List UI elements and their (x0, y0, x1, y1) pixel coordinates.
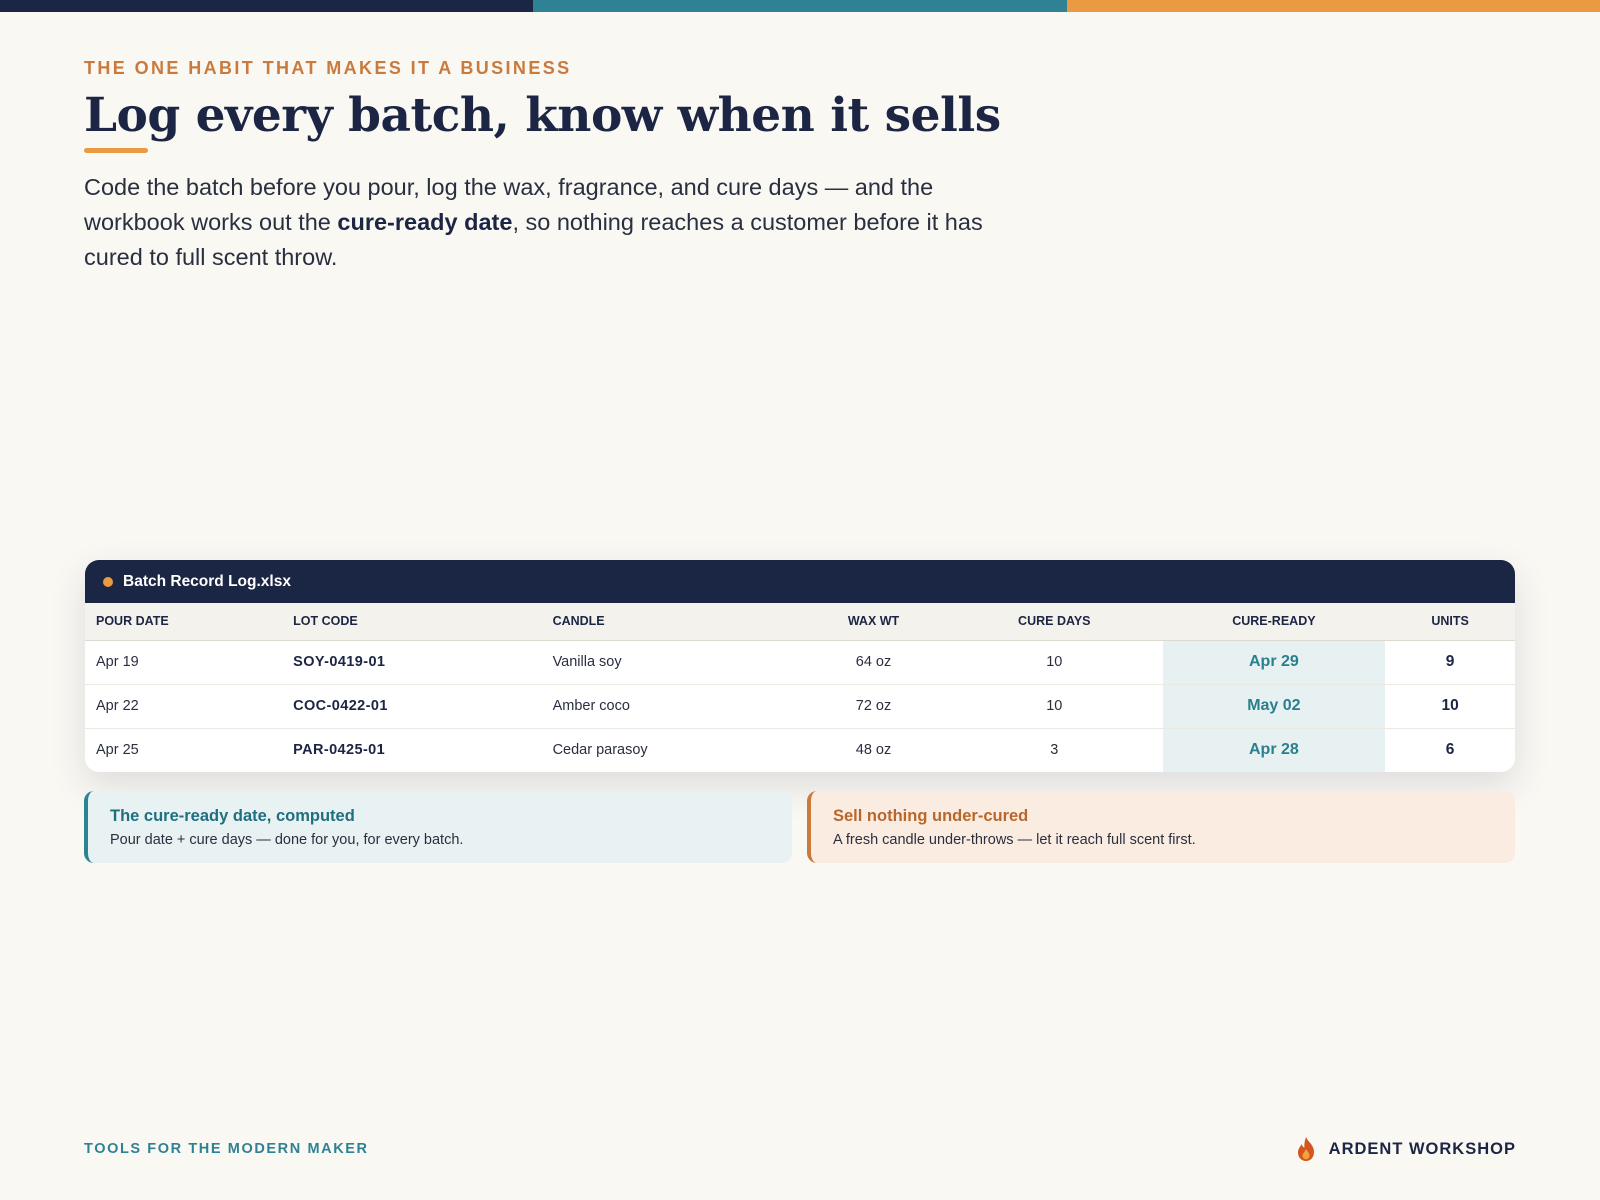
cell-pour-date[interactable]: Apr 19 (85, 640, 283, 685)
table-header-row: POUR DATE LOT CODE CANDLE WAX WT CURE DA… (85, 603, 1515, 641)
cell-cure-days[interactable]: 10 (946, 684, 1163, 729)
batch-table: POUR DATE LOT CODE CANDLE WAX WT CURE DA… (85, 603, 1515, 772)
sheet-titlebar: Batch Record Log.xlsx (85, 560, 1515, 603)
cell-wax-wt[interactable]: 72 oz (801, 684, 947, 729)
table-row: Apr 19 SOY-0419-01 Vanilla soy 64 oz 10 … (85, 640, 1515, 685)
cell-wax-wt[interactable]: 48 oz (801, 728, 946, 772)
cell-cure-days[interactable]: 10 (946, 640, 1163, 685)
cell-lot-code[interactable]: COC-0422-01 (282, 684, 542, 729)
column-header-wax-wt[interactable]: WAX WT (801, 603, 947, 641)
eyebrow-label: THE ONE HABIT THAT MAKES IT A BUSINESS (84, 58, 572, 78)
note-title: Sell nothing under-cured (833, 807, 1029, 825)
cell-candle[interactable]: Vanilla soy (541, 640, 801, 685)
note-cure-ready-computed: The cure-ready date, computed Pour date … (84, 791, 792, 863)
status-dot-icon (103, 576, 113, 587)
sheet-filename: Batch Record Log.xlsx (123, 572, 291, 590)
note-sell-nothing-undercured: Sell nothing under-cured A fresh candle … (807, 791, 1515, 863)
cell-cure-ready[interactable]: Apr 28 (1162, 728, 1386, 772)
cell-units[interactable]: 10 (1385, 684, 1515, 729)
top-accent-bar (0, 0, 1600, 12)
cell-lot-code[interactable]: SOY-0419-01 (282, 640, 542, 685)
accent-segment-teal (533, 0, 1067, 12)
flame-icon (1297, 1137, 1314, 1161)
cell-pour-date[interactable]: Apr 25 (85, 728, 282, 772)
accent-segment-orange (1066, 0, 1600, 12)
column-header-pour-date[interactable]: POUR DATE (85, 603, 283, 641)
column-header-lot-code[interactable]: LOT CODE (282, 603, 542, 641)
column-header-units[interactable]: UNITS (1385, 603, 1515, 641)
accent-segment-navy (0, 0, 534, 12)
cell-cure-ready[interactable]: May 02 (1162, 684, 1386, 729)
intro-text-bold: cure-ready date (337, 209, 513, 235)
cell-pour-date[interactable]: Apr 22 (85, 684, 283, 729)
cell-units[interactable]: 9 (1385, 640, 1515, 685)
note-body: A fresh candle under-throws — let it rea… (833, 832, 1196, 848)
cell-candle[interactable]: Amber coco (541, 684, 801, 729)
footer-brand: ARDENT WORKSHOP (1295, 1136, 1516, 1162)
note-title: The cure-ready date, computed (110, 807, 355, 825)
column-header-cure-ready[interactable]: CURE-READY (1162, 603, 1386, 641)
cell-units[interactable]: 6 (1385, 728, 1515, 772)
batch-record-sheet: Batch Record Log.xlsx POUR DATE LOT CODE… (85, 560, 1515, 772)
cell-wax-wt[interactable]: 64 oz (801, 640, 947, 685)
cell-cure-ready[interactable]: Apr 29 (1162, 640, 1386, 685)
brand-name: ARDENT WORKSHOP (1328, 1139, 1516, 1158)
cell-candle[interactable]: Cedar parasoy (542, 728, 801, 772)
title-underline (84, 148, 148, 153)
cell-cure-days[interactable]: 3 (946, 728, 1163, 772)
table-row: Apr 22 COC-0422-01 Amber coco 72 oz 10 M… (85, 684, 1515, 729)
page-title: Log every batch, know when it sells (84, 88, 1001, 143)
note-body: Pour date + cure days — done for you, fo… (110, 832, 464, 848)
column-header-cure-days[interactable]: CURE DAYS (946, 603, 1163, 641)
table-row: Apr 25 PAR-0425-01 Cedar parasoy 48 oz 3… (85, 728, 1515, 772)
intro-paragraph: Code the batch before you pour, log the … (84, 170, 1004, 275)
column-header-candle[interactable]: CANDLE (541, 603, 801, 641)
cell-lot-code[interactable]: PAR-0425-01 (282, 728, 541, 772)
footer-tagline: TOOLS FOR THE MODERN MAKER (84, 1141, 369, 1157)
